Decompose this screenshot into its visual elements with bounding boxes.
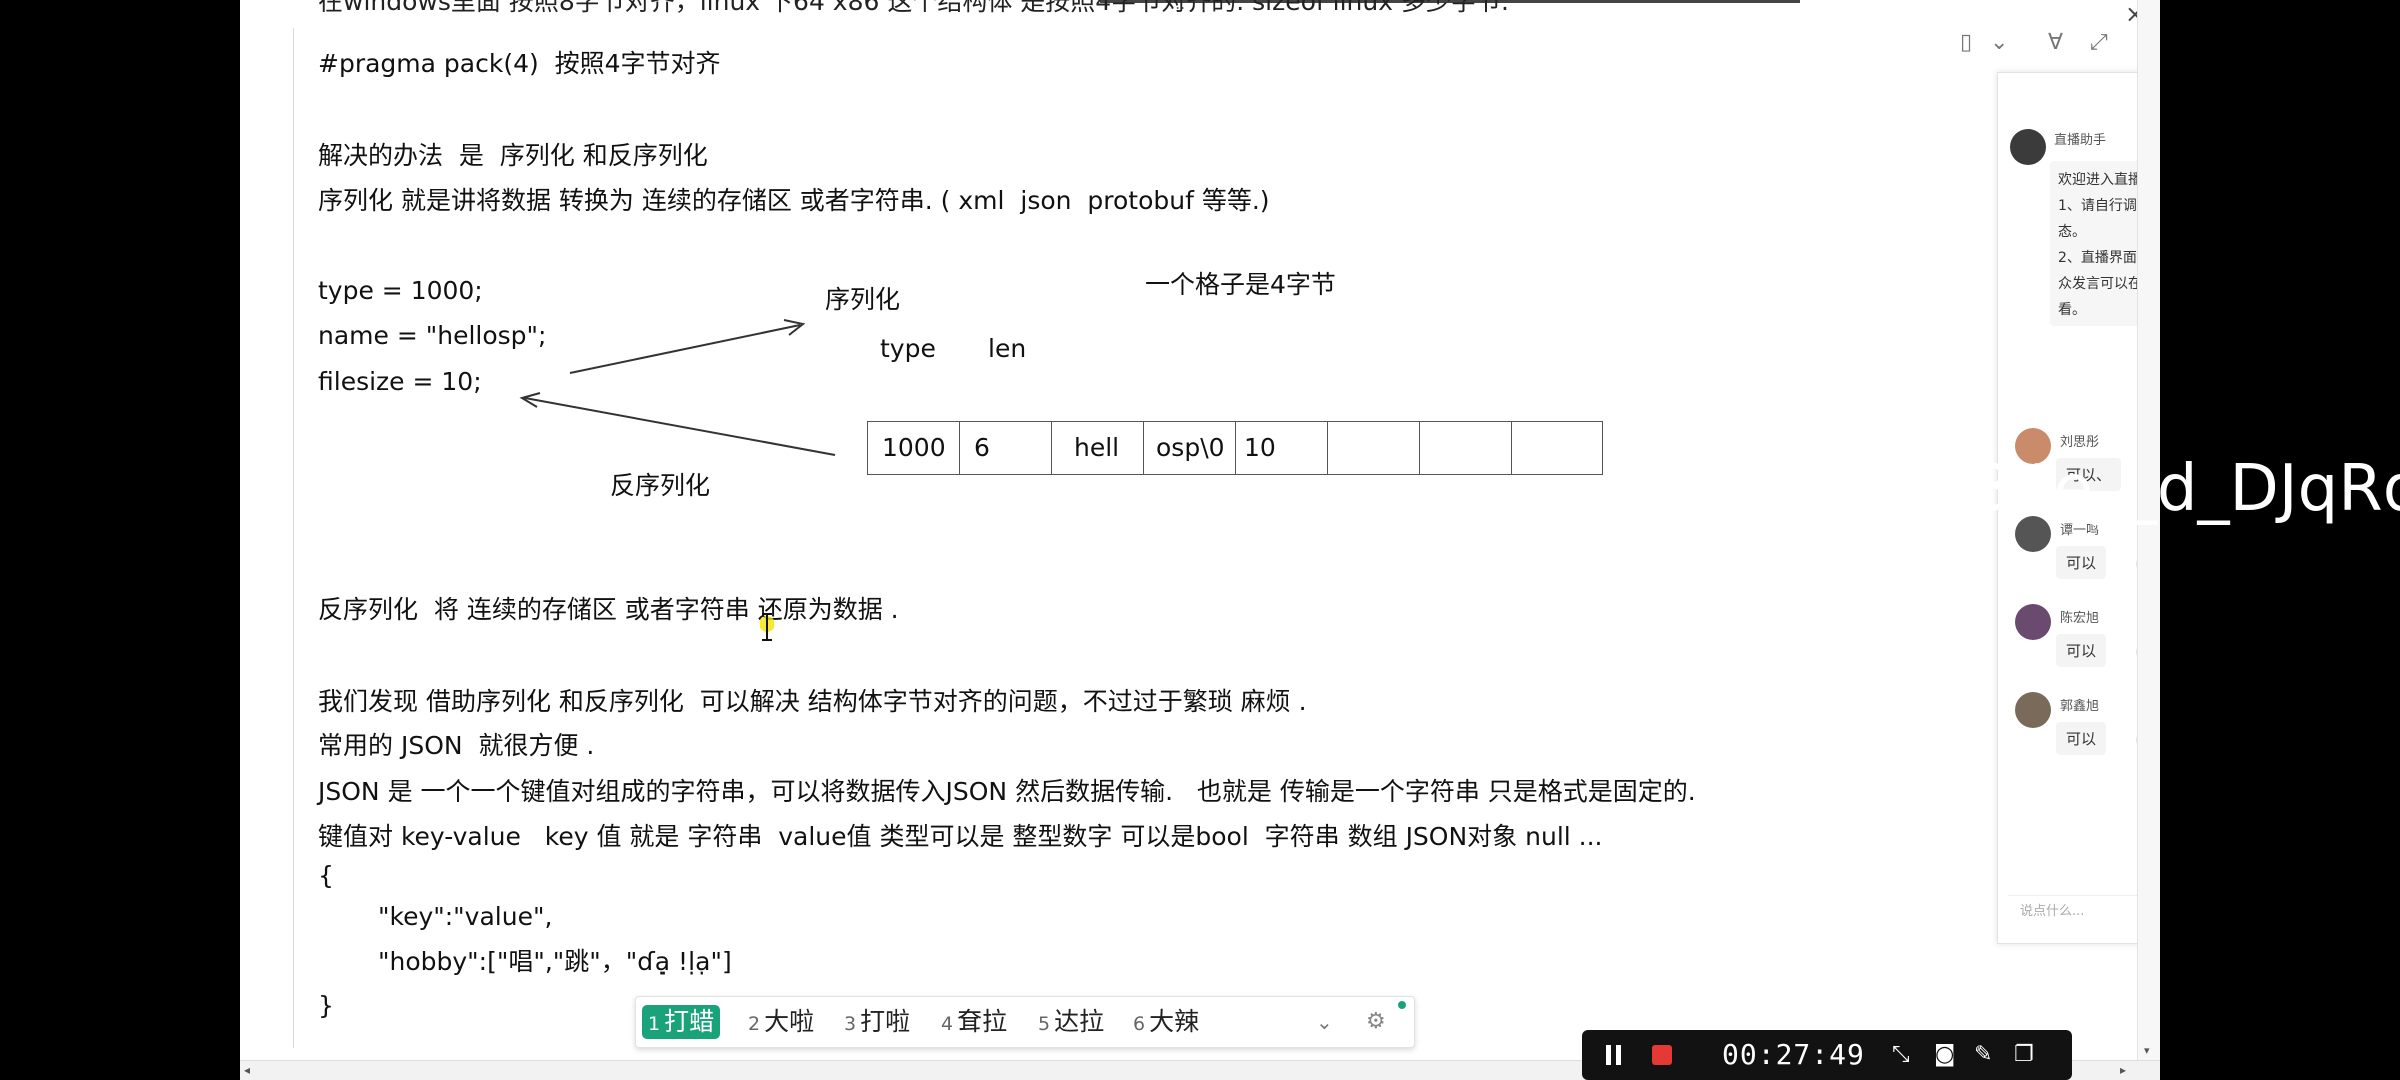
watermark: 34e__d_DJqRdv: [1972, 452, 2400, 526]
assistant-avatar: [2010, 129, 2046, 165]
doc-line-json-def: JSON 是 一个一个键值对组成的字符串，可以将数据传入JSON 然后数据传输.…: [318, 777, 1696, 806]
pause-button[interactable]: [1606, 1045, 1621, 1065]
text-cursor-icon: [760, 613, 774, 641]
doc-line-brace-open: {: [318, 861, 334, 890]
doc-line-hobby: "hobby":["唱","跳"，"ɗạ̣ !ḷạ"]: [378, 947, 732, 976]
ime-candidate-5[interactable]: 5 达拉: [1038, 1005, 1104, 1039]
ime-candidate-2[interactable]: 2 大啦: [748, 1005, 814, 1039]
chat-message: 可以: [2056, 722, 2107, 755]
recording-toolbar: 00:27:49 ⤡ ◙ ✎ ❐: [1582, 1030, 2072, 1080]
chat-username: 刘思彤: [2060, 435, 2100, 450]
camera-icon[interactable]: ◙: [1934, 1042, 1955, 1067]
window-icon[interactable]: ❐: [2014, 1042, 2034, 1067]
chat-username: 郭鑫旭: [2060, 699, 2100, 714]
doc-line-key-value: 键值对 key-value key 值 就是 字符串 value值 类型可以是 …: [318, 822, 1603, 851]
chat-message: 可以: [2056, 546, 2107, 579]
doc-line-key: "key":"value",: [378, 902, 553, 931]
avatar: [2015, 692, 2051, 728]
scroll-left-icon[interactable]: ◂: [244, 1063, 250, 1077]
scroll-right-icon[interactable]: ▸: [2120, 1063, 2126, 1077]
deserialize-arrow: [524, 397, 836, 456]
ime-candidate-1[interactable]: 1 打蜡: [642, 1005, 721, 1039]
ime-candidate-3[interactable]: 3 打啦: [844, 1005, 910, 1039]
settings-icon[interactable]: ⚙: [1366, 1005, 1386, 1039]
serialize-arrow: [569, 324, 801, 374]
doc-line-deserialize-def: 反序列化 将 连续的存储区 或者字符串 还原为数据 .: [318, 595, 899, 624]
recording-timer: 00:27:49: [1722, 1038, 1865, 1071]
chevron-down-icon[interactable]: ⌄: [1316, 1005, 1333, 1039]
notification-dot: [1398, 1001, 1406, 1009]
chat-username: 陈宏旭: [2060, 611, 2100, 626]
doc-line-brace-close: }: [318, 991, 334, 1020]
vertical-scrollbar[interactable]: ▾: [2137, 0, 2160, 1060]
avatar: [2015, 604, 2051, 640]
scroll-down-icon[interactable]: ▾: [2144, 1044, 2150, 1057]
ime-candidate-6[interactable]: 6 大辣: [1133, 1005, 1199, 1039]
doc-line-json-common: 常用的 JSON 就很方便 .: [318, 731, 595, 760]
doc-line-discovery: 我们发现 借助序列化 和反序列化 可以解决 结构体字节对齐的问题，不过过于繁琐 …: [318, 687, 1307, 716]
chat-message: 可以: [2056, 634, 2107, 667]
ime-candidate-bar: 1 打蜡 2 大啦 3 打啦 4 耷拉 5 达拉 6 大辣 ⌄ ⚙: [635, 996, 1415, 1048]
assistant-name: 直播助手: [2054, 133, 2107, 148]
pen-icon[interactable]: ✎: [1974, 1042, 1992, 1067]
stop-button[interactable]: [1652, 1045, 1672, 1065]
collapse-icon[interactable]: ⤡: [1892, 1042, 1910, 1067]
ime-candidate-4[interactable]: 4 耷拉: [941, 1005, 1007, 1039]
presentation-screen: ... 在windows里面 按照8字节对齐，linux 下64 x86 这个结…: [240, 0, 2160, 1080]
